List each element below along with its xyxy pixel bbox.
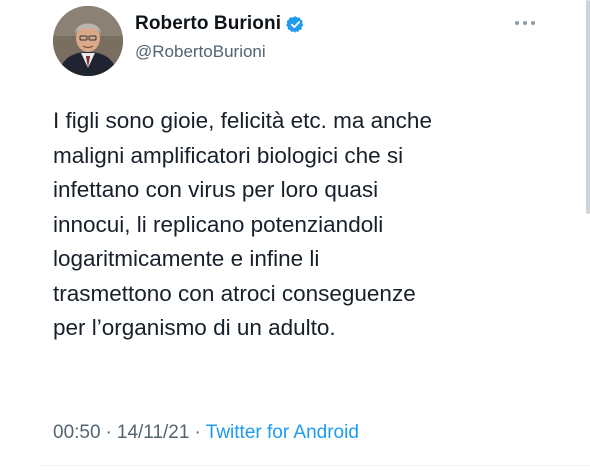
verified-badge-icon <box>286 15 305 34</box>
more-options-icon[interactable] <box>513 15 537 25</box>
author-handle[interactable]: @RobertoBurioni <box>135 42 305 62</box>
author-display-name[interactable]: Roberto Burioni <box>135 13 281 35</box>
scrollbar[interactable] <box>586 0 590 214</box>
tweet-text: I figli sono gioie, felicità etc. ma anc… <box>53 108 432 340</box>
author-name-row: Roberto Burioni <box>135 12 305 36</box>
avatar[interactable] <box>53 6 123 76</box>
tweet-time[interactable]: 00:50 <box>53 422 101 443</box>
tweet-author: Roberto Burioni @RobertoBurioni <box>135 12 305 62</box>
divider <box>40 465 590 466</box>
tweet-meta: 00:50 · 14/11/21 · Twitter for Android <box>53 422 359 444</box>
tweet-source-link[interactable]: Twitter for Android <box>206 422 359 443</box>
meta-separator: · <box>105 422 112 443</box>
tweet-card: Roberto Burioni @RobertoBurioni I figli … <box>0 0 590 471</box>
meta-separator: · <box>194 422 201 443</box>
tweet-date[interactable]: 14/11/21 <box>117 422 190 443</box>
